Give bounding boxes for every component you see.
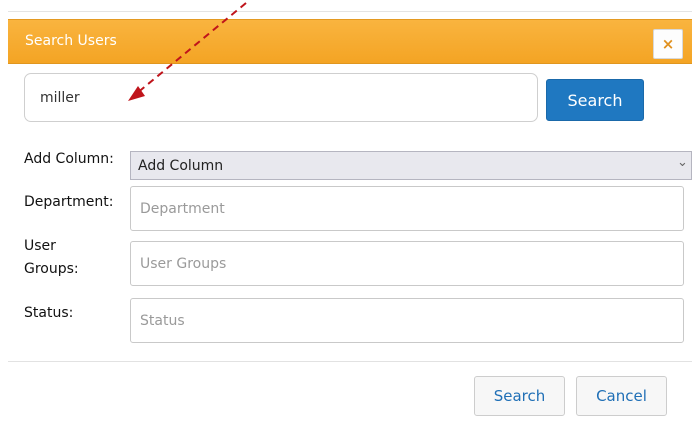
add-column-select[interactable]: Add Column ⌄ <box>130 151 692 180</box>
close-button[interactable]: × <box>653 29 683 59</box>
department-field[interactable] <box>130 186 684 231</box>
add-column-label: Add Column: <box>24 151 114 167</box>
department-label: Department: <box>24 194 114 210</box>
user-groups-field[interactable] <box>130 241 684 286</box>
close-icon: × <box>661 35 675 53</box>
add-column-selected: Add Column <box>138 158 224 174</box>
footer-divider <box>8 361 692 362</box>
user-groups-label-line2: Groups: <box>24 261 79 277</box>
footer-search-button[interactable]: Search <box>474 376 565 416</box>
cancel-button[interactable]: Cancel <box>576 376 667 416</box>
dialog-titlebar: Search Users × <box>8 19 692 64</box>
chevron-down-icon: ⌄ <box>677 155 688 170</box>
search-button[interactable]: Search <box>546 79 644 121</box>
search-input[interactable] <box>24 73 538 122</box>
top-divider <box>8 11 692 12</box>
status-label: Status: <box>24 305 74 321</box>
dialog-title: Search Users <box>25 33 117 49</box>
status-field[interactable] <box>130 298 684 343</box>
user-groups-label-line1: User <box>24 238 56 254</box>
